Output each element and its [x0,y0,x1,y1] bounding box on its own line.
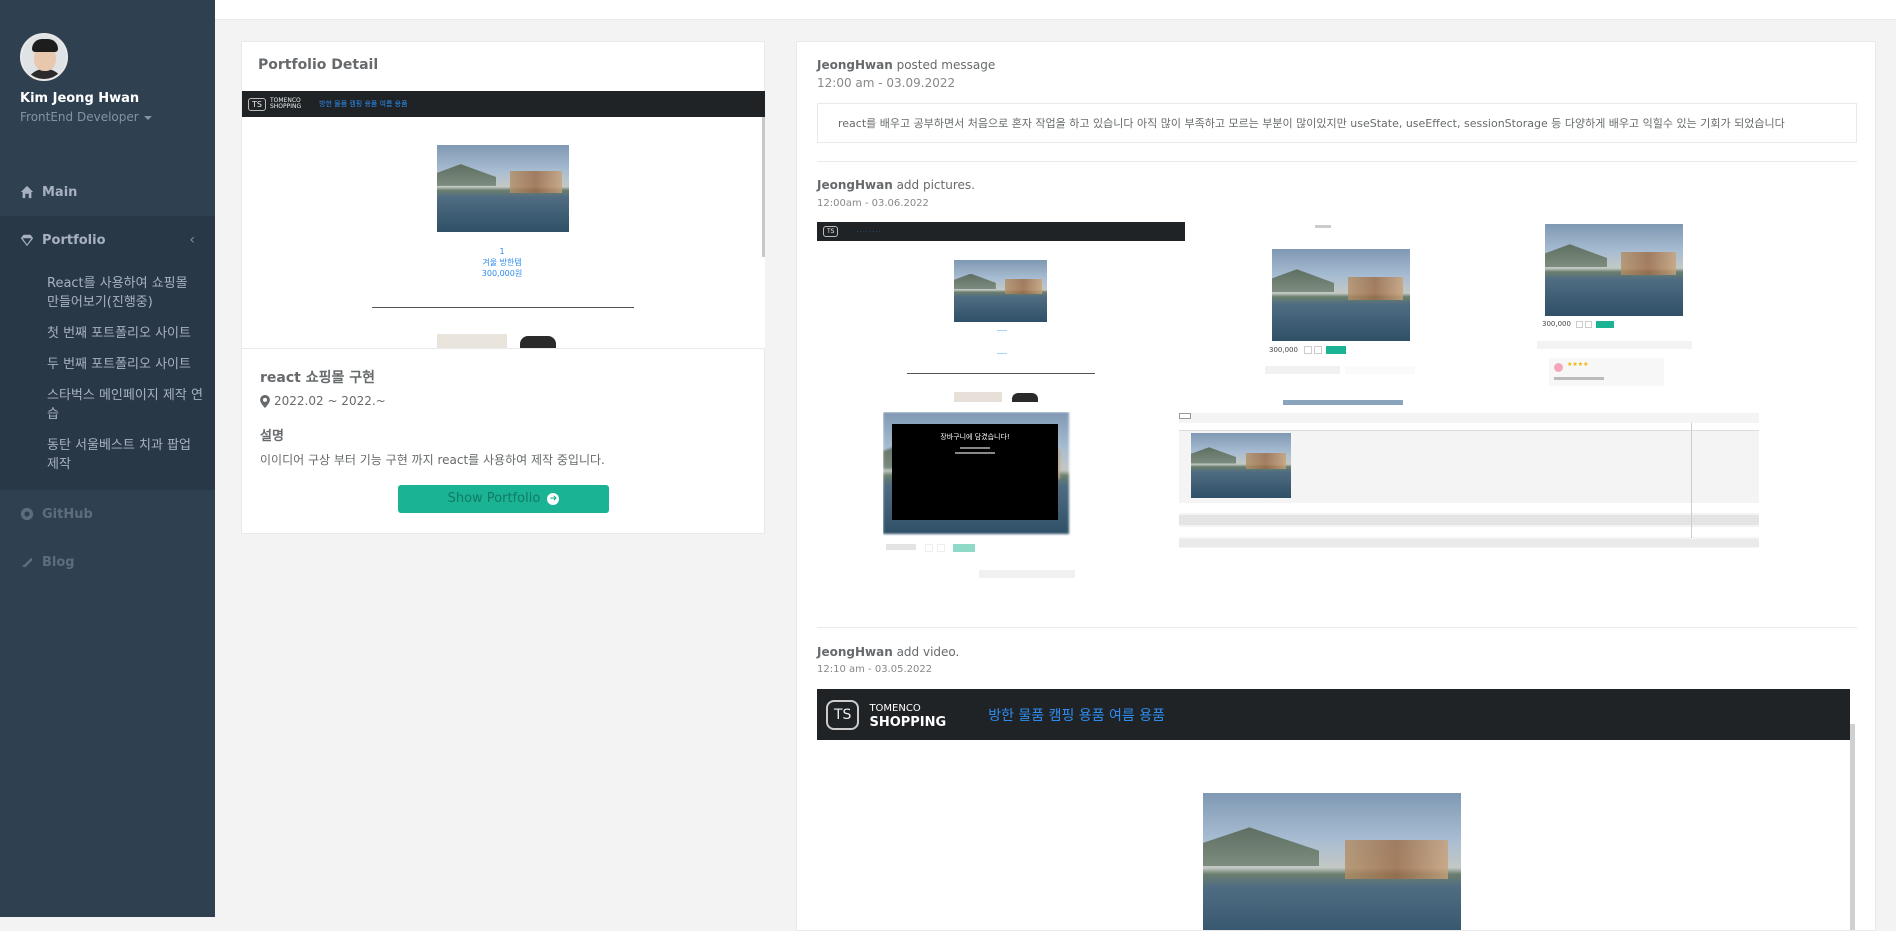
avatar[interactable] [20,33,68,81]
review-avatar [1554,363,1563,372]
feed-user[interactable]: JeongHwan [817,178,893,192]
feed-action: posted message [896,58,996,72]
project-period: 2022.02 ~ 2022.~ [274,394,386,408]
sidebar-item-main[interactable]: Main [0,168,215,216]
feed-message: react를 배우고 공부하면서 처음으로 혼자 작업을 하고 있습니다 아직 … [817,103,1857,143]
profile-name: Kim Jeong Hwan [20,91,140,106]
feed-date: 12:00 am - 03.09.2022 [817,76,956,90]
feed-picture-3[interactable]: 300,000 ★★★★ [1537,222,1697,397]
modal-box: 장바구니에 담겼습니다! [892,424,1058,520]
caret-down-icon [143,115,152,120]
feed-item-1-header: JeongHwan posted message [817,58,995,72]
portfolio-submenu: React를 사용하여 쇼핑몰 만들어보기(진행중) 첫 번째 포트폴리오 사이… [0,264,215,490]
profile: Kim Jeong Hwan FrontEnd Developer [20,33,152,124]
feed-item-2-header: JeongHwan add pictures. [817,178,975,192]
feed-item-3-header: JeongHwan add video. [817,645,959,659]
home-icon [20,185,34,199]
preview-scrollbar[interactable] [762,117,765,257]
project-description: 이이디어 구상 부터 기능 구현 까지 react를 사용하여 제작 중입니다. [260,453,605,467]
show-portfolio-label: Show Portfolio [447,491,541,506]
show-portfolio-button[interactable]: Show Portfolio ➜ [398,485,609,513]
feed-divider [817,161,1857,162]
feed-action: add pictures. [896,178,975,192]
feed-picture-1[interactable]: TS · · · · · · · · [817,222,1185,402]
sidebar-item-label: Main [42,184,78,200]
preview-product-image [437,145,569,232]
feed-action: add video. [896,645,960,659]
arrow-circle-right-icon: ➜ [547,492,560,505]
profile-role: FrontEnd Developer [20,110,139,124]
sidebar-item-label: GitHub [42,506,93,522]
modal-text: 장바구니에 담겼습니다! [940,433,1010,441]
sidebar-item-blog[interactable]: Blog [0,538,215,586]
video-brand-top: TOMENCO [869,703,921,714]
submenu-item-first-portfolio[interactable]: 첫 번째 포트폴리오 사이트 [0,318,215,349]
feed-date: 12:00am - 03.06.2022 [817,198,929,209]
video-nav-links: 방한 물품 캠핑 용품 여름 용품 [988,707,1166,724]
picture-price: 300,000 [1269,346,1298,354]
blog-icon [21,557,33,568]
preview-thumb-person [437,334,507,348]
diamond-icon [20,234,34,247]
top-bar [215,0,1896,20]
preview-item-name: 겨울 방한템 [482,258,522,267]
video-product-image [1203,793,1461,930]
preview-item-no: 1 [499,247,505,256]
sidebar-item-portfolio[interactable]: Portfolio ‹ [0,216,215,264]
sidebar-item-label: Blog [42,554,75,570]
feed-picture-5[interactable] [1179,413,1759,548]
submenu-item-react-shop[interactable]: React를 사용하여 쇼핑몰 만들어보기(진행중) [0,268,215,318]
description-label: 설명 [260,429,284,444]
preview-header: TS TOMENCO SHOPPING 방한 물품 캠핑 용품 여름 용품 [242,91,765,117]
profile-role-dropdown[interactable]: FrontEnd Developer [20,110,152,124]
activity-feed-panel: JeongHwan posted message 12:00 am - 03.0… [796,41,1876,931]
sidebar-item-github[interactable]: GitHub [0,490,215,538]
video-header: TS TOMENCO SHOPPING 방한 물품 캠핑 용품 여름 용품 [817,689,1850,740]
panel-title: Portfolio Detail [258,57,379,73]
feed-divider [817,627,1857,628]
side-nav: Main Portfolio ‹ React를 사용하여 쇼핑몰 만들어보기(진… [0,168,215,586]
github-icon [20,507,34,521]
map-marker-icon [260,394,270,408]
submenu-item-second-portfolio[interactable]: 두 번째 포트폴리오 사이트 [0,349,215,380]
sidebar-item-label: Portfolio [42,232,106,248]
preview-logo: TS [248,97,266,111]
sidebar: Kim Jeong Hwan FrontEnd Developer Main P… [0,0,215,917]
video-logo: TS [826,699,860,730]
feed-user[interactable]: JeongHwan [817,645,893,659]
picture-price-2: 300,000 [1542,320,1571,328]
feed-video[interactable]: TS TOMENCO SHOPPING 방한 물품 캠핑 용품 여름 용품 [817,689,1857,930]
project-title: react 쇼핑몰 구현 [260,370,375,386]
preview-brand-bottom: SHOPPING [269,103,302,110]
preview-divider [372,307,634,308]
review-stars: ★★★★ [1567,361,1589,368]
feed-date: 12:10 am - 03.05.2022 [817,664,933,675]
feed-picture-2[interactable]: 300,000 [1195,222,1445,407]
portfolio-detail-panel: Portfolio Detail TS TOMENCO SHOPPING 방한 물… [241,41,765,534]
video-scrollbar[interactable] [1850,724,1855,930]
preview-item-price: 300,000원 [481,269,523,278]
feed-user[interactable]: JeongHwan [817,58,893,72]
submenu-item-starbucks[interactable]: 스타벅스 메인페이지 제작 연습 [0,380,215,430]
preview-thumb-watch [520,336,556,348]
submenu-item-dental-popup[interactable]: 동탄 서울베스트 치과 팝업 제작 [0,430,215,480]
feed-picture-4[interactable]: 장바구니에 담겼습니다! [883,412,1075,622]
portfolio-preview[interactable]: TS TOMENCO SHOPPING 방한 물품 캠핑 용품 여름 용품 1 겨… [242,91,765,349]
chevron-left-icon: ‹ [189,232,195,248]
preview-nav-links: 방한 물품 캠핑 용품 여름 용품 [319,100,408,108]
video-brand-bottom: SHOPPING [869,715,947,730]
